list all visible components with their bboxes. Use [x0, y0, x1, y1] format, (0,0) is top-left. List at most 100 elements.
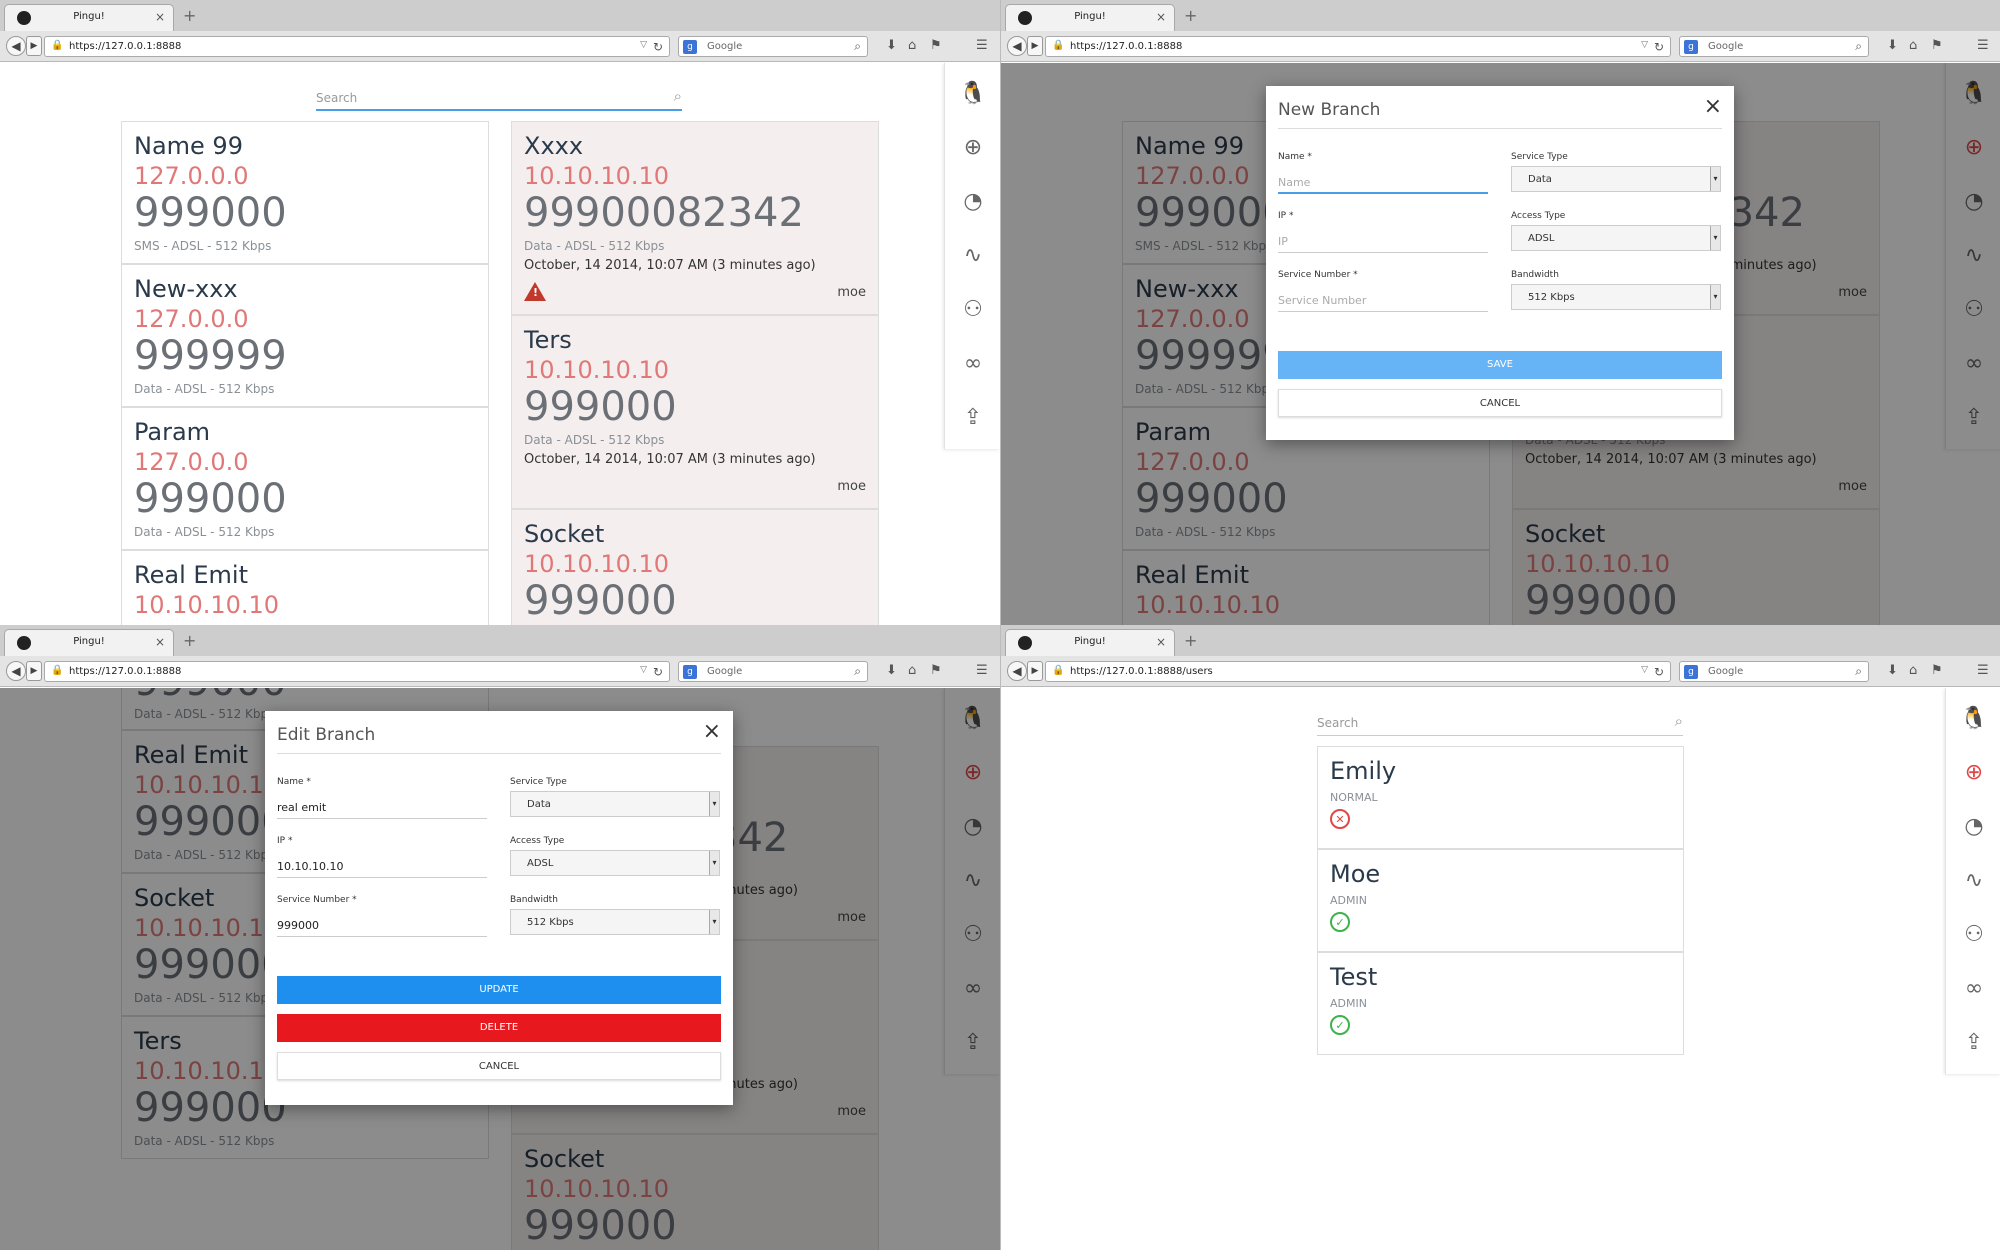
search-engine-box[interactable]: g Google ⌕ [1679, 36, 1869, 57]
browser-tab[interactable]: Pingu! × [4, 4, 174, 31]
close-icon[interactable]: × [1704, 94, 1722, 119]
user-card[interactable]: Emily NORMAL ✕ [1317, 746, 1684, 849]
home-icon[interactable]: ⌂ [908, 38, 916, 53]
new-tab-button[interactable]: + [183, 6, 196, 25]
bandwidth-select[interactable]: 512 Kbps ▾ [510, 909, 720, 935]
addon-icon[interactable]: ⚑ [930, 38, 942, 53]
search-input[interactable]: Search⌕ [316, 87, 682, 111]
export-icon[interactable]: ⇪ [945, 391, 1000, 445]
pulse-icon[interactable]: ∿ [1946, 854, 2000, 908]
name-input[interactable]: real emit [277, 793, 487, 819]
dropdown-icon[interactable]: ▽ [640, 665, 647, 675]
export-icon[interactable]: ⇪ [1946, 1016, 2000, 1070]
access-type-select[interactable]: ADSL ▾ [510, 850, 720, 876]
check-icon[interactable]: ✓ [1330, 912, 1350, 932]
menu-icon[interactable]: ☰ [1977, 663, 1989, 678]
menu-icon[interactable]: ☰ [976, 663, 988, 678]
users-icon[interactable]: ⚇ [945, 283, 1000, 337]
cross-icon[interactable]: ✕ [1330, 809, 1350, 829]
new-tab-button[interactable]: + [1184, 6, 1197, 25]
pie-chart-icon[interactable]: ◔ [1946, 800, 2000, 854]
search-engine-box[interactable]: g Google ⌕ [1679, 661, 1869, 682]
service-number-input[interactable]: 999000 [277, 911, 487, 937]
search-engine-box[interactable]: g Google ⌕ [678, 36, 868, 57]
ip-input[interactable]: IP [1278, 227, 1488, 253]
reload-icon[interactable]: ↻ [653, 665, 663, 679]
linux-icon[interactable]: 🐧 [1946, 692, 2000, 746]
download-icon[interactable]: ⬇ [886, 663, 897, 678]
menu-icon[interactable]: ☰ [1977, 38, 1989, 53]
search-icon[interactable]: ⌕ [1855, 664, 1862, 679]
close-tab-icon[interactable]: × [155, 10, 165, 24]
download-icon[interactable]: ⬇ [886, 38, 897, 53]
browser-tab[interactable]: Pingu! × [1005, 4, 1175, 31]
close-icon[interactable]: × [703, 719, 721, 744]
branch-card[interactable]: Param 127.0.0.0 999000 Data - ADSL - 512 Kb… [121, 407, 489, 550]
browser-tab[interactable]: Pingu! × [4, 629, 174, 656]
name-input[interactable]: Name [1278, 168, 1488, 194]
branch-card[interactable]: Xxxx10.10.10.1099900082342 Data - ADSL - … [511, 121, 879, 315]
dropdown-icon[interactable]: ▽ [1641, 665, 1648, 675]
dropdown-icon[interactable]: ▽ [1641, 40, 1648, 50]
forward-button[interactable]: ▶ [1027, 661, 1043, 681]
user-card[interactable]: Test ADMIN ✓ [1317, 952, 1684, 1055]
addon-icon[interactable]: ⚑ [930, 663, 942, 678]
add-icon[interactable]: ⊕ [1946, 746, 2000, 800]
back-button[interactable]: ◀ [1007, 36, 1027, 56]
search-icon[interactable]: ⌕ [1855, 39, 1862, 54]
back-button[interactable]: ◀ [6, 661, 26, 681]
reload-icon[interactable]: ↻ [1654, 665, 1664, 679]
glasses-icon[interactable]: ∞ [1946, 962, 2000, 1016]
forward-button[interactable]: ▶ [26, 661, 42, 681]
reload-icon[interactable]: ↻ [1654, 40, 1664, 54]
linux-icon[interactable]: 🐧 [945, 67, 1000, 121]
url-bar[interactable]: 🔒 https://127.0.0.1:8888 ▽ ↻ [44, 36, 670, 57]
search-icon[interactable]: ⌕ [1675, 712, 1683, 730]
home-icon[interactable]: ⌂ [1909, 38, 1917, 53]
forward-button[interactable]: ▶ [1027, 36, 1043, 56]
back-button[interactable]: ◀ [6, 36, 26, 56]
service-type-select[interactable]: Data ▾ [1511, 166, 1721, 192]
branch-card[interactable]: New-xxx 127.0.0.0 999999 Data - ADSL - 512 … [121, 264, 489, 407]
users-icon[interactable]: ⚇ [1946, 908, 2000, 962]
user-card[interactable]: Moe ADMIN ✓ [1317, 849, 1684, 952]
download-icon[interactable]: ⬇ [1887, 38, 1898, 53]
download-icon[interactable]: ⬇ [1887, 663, 1898, 678]
cancel-button[interactable]: CANCEL [1278, 389, 1722, 417]
pie-chart-icon[interactable]: ◔ [945, 175, 1000, 229]
pulse-icon[interactable]: ∿ [945, 229, 1000, 283]
close-tab-icon[interactable]: × [1156, 635, 1166, 649]
search-engine-box[interactable]: g Google ⌕ [678, 661, 868, 682]
service-type-select[interactable]: Data ▾ [510, 791, 720, 817]
search-input[interactable]: Search⌕ [1317, 712, 1683, 736]
home-icon[interactable]: ⌂ [908, 663, 916, 678]
dropdown-icon[interactable]: ▽ [640, 40, 647, 50]
url-bar[interactable]: 🔒 https://127.0.0.1:8888 ▽ ↻ [44, 661, 670, 682]
addon-icon[interactable]: ⚑ [1931, 38, 1943, 53]
search-icon[interactable]: ⌕ [854, 664, 861, 679]
search-icon[interactable]: ⌕ [674, 87, 682, 105]
menu-icon[interactable]: ☰ [976, 38, 988, 53]
bandwidth-select[interactable]: 512 Kbps ▾ [1511, 284, 1721, 310]
close-tab-icon[interactable]: × [155, 635, 165, 649]
search-icon[interactable]: ⌕ [854, 39, 861, 54]
branch-card[interactable]: Real Emit 10.10.10.10 [121, 550, 489, 625]
new-tab-button[interactable]: + [1184, 631, 1197, 650]
url-bar[interactable]: 🔒 https://127.0.0.1:8888 ▽ ↻ [1045, 36, 1671, 57]
browser-tab[interactable]: Pingu! × [1005, 629, 1175, 656]
check-icon[interactable]: ✓ [1330, 1015, 1350, 1035]
reload-icon[interactable]: ↻ [653, 40, 663, 54]
addon-icon[interactable]: ⚑ [1931, 663, 1943, 678]
access-type-select[interactable]: ADSL ▾ [1511, 225, 1721, 251]
branch-card[interactable]: Name 99 127.0.0.0 999000 SMS - ADSL - 512 K… [121, 121, 489, 264]
glasses-icon[interactable]: ∞ [945, 337, 1000, 391]
back-button[interactable]: ◀ [1007, 661, 1027, 681]
new-tab-button[interactable]: + [183, 631, 196, 650]
branch-card[interactable]: Socket 10.10.10.10 999000 [511, 509, 879, 625]
service-number-input[interactable]: Service Number [1278, 286, 1488, 312]
delete-button[interactable]: DELETE [277, 1014, 721, 1042]
save-button[interactable]: SAVE [1278, 351, 1722, 379]
url-bar[interactable]: 🔒 https://127.0.0.1:8888/users ▽ ↻ [1045, 661, 1671, 682]
cancel-button[interactable]: CANCEL [277, 1052, 721, 1080]
add-icon[interactable]: ⊕ [945, 121, 1000, 175]
